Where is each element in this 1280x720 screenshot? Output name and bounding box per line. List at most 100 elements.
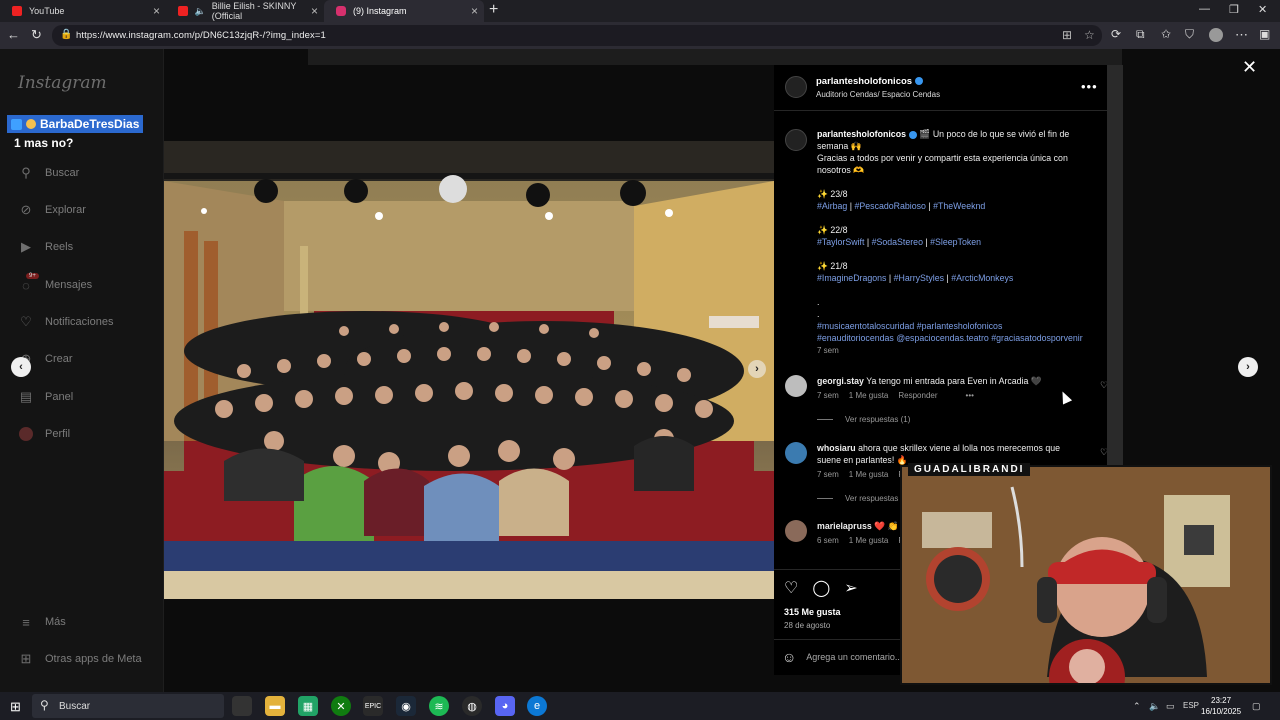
view-replies[interactable]: Ver respuestas bbox=[817, 494, 898, 503]
sidebar-item-messages[interactable]: ◌ 9+ Mensajes bbox=[18, 273, 92, 295]
more-menu-icon[interactable]: ⋯ bbox=[1235, 27, 1248, 43]
close-tab-icon[interactable]: × bbox=[311, 4, 318, 18]
sidebar-item-reels[interactable]: ▶ Reels bbox=[18, 237, 73, 257]
lock-icon[interactable]: 🔒 bbox=[60, 29, 72, 40]
spotify-icon[interactable]: ≋ bbox=[429, 696, 449, 716]
compass-icon: ⊘ bbox=[20, 202, 32, 217]
tray-chevron-icon[interactable]: ⌃ bbox=[1133, 701, 1141, 712]
speaker-icon[interactable]: 🔈 bbox=[195, 6, 206, 17]
close-tab-icon[interactable]: × bbox=[471, 4, 478, 18]
excel-icon[interactable]: ▦ bbox=[298, 696, 318, 716]
sidebar-item-label: Buscar bbox=[45, 167, 80, 179]
like-heart-icon[interactable]: ♡ bbox=[784, 578, 798, 598]
url-text[interactable]: https://www.instagram.com/p/DN6C13zjqR-/… bbox=[76, 30, 326, 41]
back-icon[interactable]: ← bbox=[7, 27, 20, 42]
address-bar[interactable]: 🔒 https://www.instagram.com/p/DN6C13zjqR… bbox=[52, 25, 1102, 46]
obs-icon[interactable]: ◍ bbox=[462, 696, 482, 716]
sidebar-item-explore[interactable]: ⊘ Explorar bbox=[18, 200, 86, 220]
close-window-icon[interactable]: ✕ bbox=[1258, 3, 1267, 16]
sidebar-item-meta-apps[interactable]: ⊞ Otras apps de Meta bbox=[18, 649, 142, 669]
share-icon[interactable]: ➢ bbox=[844, 578, 857, 598]
xbox-icon[interactable]: ✕ bbox=[331, 696, 351, 716]
sidebar-item-label: Crear bbox=[45, 353, 73, 365]
sidebar-item-search[interactable]: ⚲ Buscar bbox=[18, 163, 79, 183]
file-explorer-icon[interactable]: ▬ bbox=[265, 696, 285, 716]
stream-subtitle: 1 mas no? bbox=[14, 136, 74, 150]
emoji-icon[interactable]: ☺ bbox=[782, 649, 796, 665]
avatar[interactable] bbox=[785, 520, 807, 542]
network-icon[interactable]: ▭ bbox=[1166, 701, 1175, 712]
sidebar-item-notifications[interactable]: ♡ Notificaciones bbox=[18, 312, 113, 332]
taskbar-search-label[interactable]: Buscar bbox=[59, 701, 90, 712]
photo-next-arrow[interactable]: › bbox=[748, 360, 766, 378]
notifications-icon[interactable]: ▢ bbox=[1252, 701, 1261, 712]
sidebar-item-label: Notificaciones bbox=[45, 316, 114, 328]
taskbar-clock[interactable]: 23:27 16/10/2025 bbox=[1201, 695, 1241, 717]
more-options-icon[interactable]: ••• bbox=[1081, 79, 1098, 94]
sidebar-toggle-icon[interactable]: ▣ bbox=[1259, 27, 1270, 41]
close-icon[interactable]: ✕ bbox=[1242, 57, 1257, 78]
extensions-icon[interactable]: ⟳ bbox=[1111, 27, 1121, 41]
sidebar-item-label: Más bbox=[45, 616, 66, 628]
stream-name-overlay: BarbaDeTresDias bbox=[7, 115, 144, 133]
epic-games-icon[interactable]: EPIC bbox=[363, 696, 383, 716]
grid-icon: ⊞ bbox=[20, 651, 32, 666]
profile-avatar[interactable] bbox=[1209, 28, 1223, 42]
comment-icon[interactable]: ◯ bbox=[812, 578, 830, 598]
webcam-overlay bbox=[900, 465, 1272, 685]
like-count[interactable]: 315 Me gusta bbox=[784, 607, 841, 617]
favorite-star-icon[interactable]: ☆ bbox=[1084, 28, 1095, 42]
new-tab-button[interactable]: + bbox=[489, 1, 498, 19]
comment-input[interactable]: Agrega un comentario... bbox=[806, 652, 902, 662]
tab-instagram[interactable]: (9) Instagram × bbox=[324, 0, 484, 22]
instagram-logo[interactable]: Instagram bbox=[18, 73, 107, 93]
emoji-icon bbox=[26, 119, 36, 129]
avatar[interactable] bbox=[785, 76, 807, 98]
taskbar-search[interactable]: ⚲ Buscar bbox=[32, 694, 224, 718]
stream-name: BarbaDeTresDias bbox=[40, 117, 140, 131]
post-username[interactable]: parlantesholofonicos bbox=[816, 76, 924, 87]
minimize-icon[interactable]: — bbox=[1199, 3, 1210, 15]
refresh-icon[interactable]: ↻ bbox=[31, 27, 42, 43]
sidebar-item-panel[interactable]: ▤ Panel bbox=[18, 387, 73, 407]
avatar[interactable] bbox=[785, 375, 807, 397]
language-indicator[interactable]: ESP bbox=[1183, 701, 1199, 710]
close-tab-icon[interactable]: × bbox=[153, 4, 160, 18]
app-available-icon[interactable]: ⊞ bbox=[1062, 28, 1072, 42]
next-post-arrow[interactable]: › bbox=[1238, 357, 1258, 377]
discord-icon[interactable]: ◕ bbox=[495, 696, 515, 716]
favorites-icon[interactable]: ✩ bbox=[1161, 27, 1171, 41]
steam-icon[interactable]: ◉ bbox=[396, 696, 416, 716]
shield-icon[interactable]: ⛉ bbox=[1185, 27, 1194, 42]
tab-label: (9) Instagram bbox=[353, 6, 407, 16]
sidebar-item-more[interactable]: ≡ Más bbox=[18, 612, 66, 632]
split-screen-icon[interactable]: ⧉ bbox=[1136, 27, 1145, 42]
windows-start-icon[interactable]: ⊞ bbox=[10, 699, 21, 715]
sidebar-item-label: Reels bbox=[45, 241, 74, 253]
sidebar-item-profile[interactable]: Perfil bbox=[18, 424, 70, 444]
webcam-image bbox=[902, 467, 1270, 683]
avatar[interactable] bbox=[785, 442, 807, 464]
task-view-icon[interactable] bbox=[232, 696, 252, 716]
prev-post-arrow[interactable]: ‹ bbox=[11, 357, 31, 377]
tab-billie-eilish[interactable]: 🔈 Billie Eilish - SKINNY (Official × bbox=[166, 0, 324, 22]
more-icon[interactable]: ••• bbox=[966, 391, 974, 400]
search-icon: ⚲ bbox=[40, 698, 49, 712]
search-icon: ⚲ bbox=[21, 165, 31, 180]
comment-meta: 7 sem 1 Me gusta Re bbox=[817, 470, 909, 479]
avatar[interactable] bbox=[785, 129, 807, 151]
post-photo[interactable]: › bbox=[164, 141, 774, 599]
notification-badge: 9+ bbox=[26, 273, 39, 279]
add-comment-field[interactable]: ☺ Agrega un comentario... bbox=[782, 649, 902, 665]
divider bbox=[774, 110, 1107, 111]
view-replies[interactable]: Ver respuestas (1) bbox=[817, 415, 910, 424]
speaker-icon[interactable]: 🔈 bbox=[1149, 701, 1160, 712]
restore-icon[interactable]: ❐ bbox=[1229, 3, 1239, 16]
post-actions: ♡ ◯ ➢ bbox=[784, 578, 858, 598]
browser-tab-bar: YouTube × 🔈 Billie Eilish - SKINNY (Offi… bbox=[0, 0, 1280, 22]
auditorium-photo bbox=[164, 141, 774, 599]
chart-icon: ▤ bbox=[19, 389, 33, 404]
edge-icon[interactable]: e bbox=[527, 696, 547, 716]
tab-youtube[interactable]: YouTube × bbox=[0, 0, 166, 22]
post-location[interactable]: Auditorio Cendas/ Espacio Cendas bbox=[816, 90, 940, 99]
